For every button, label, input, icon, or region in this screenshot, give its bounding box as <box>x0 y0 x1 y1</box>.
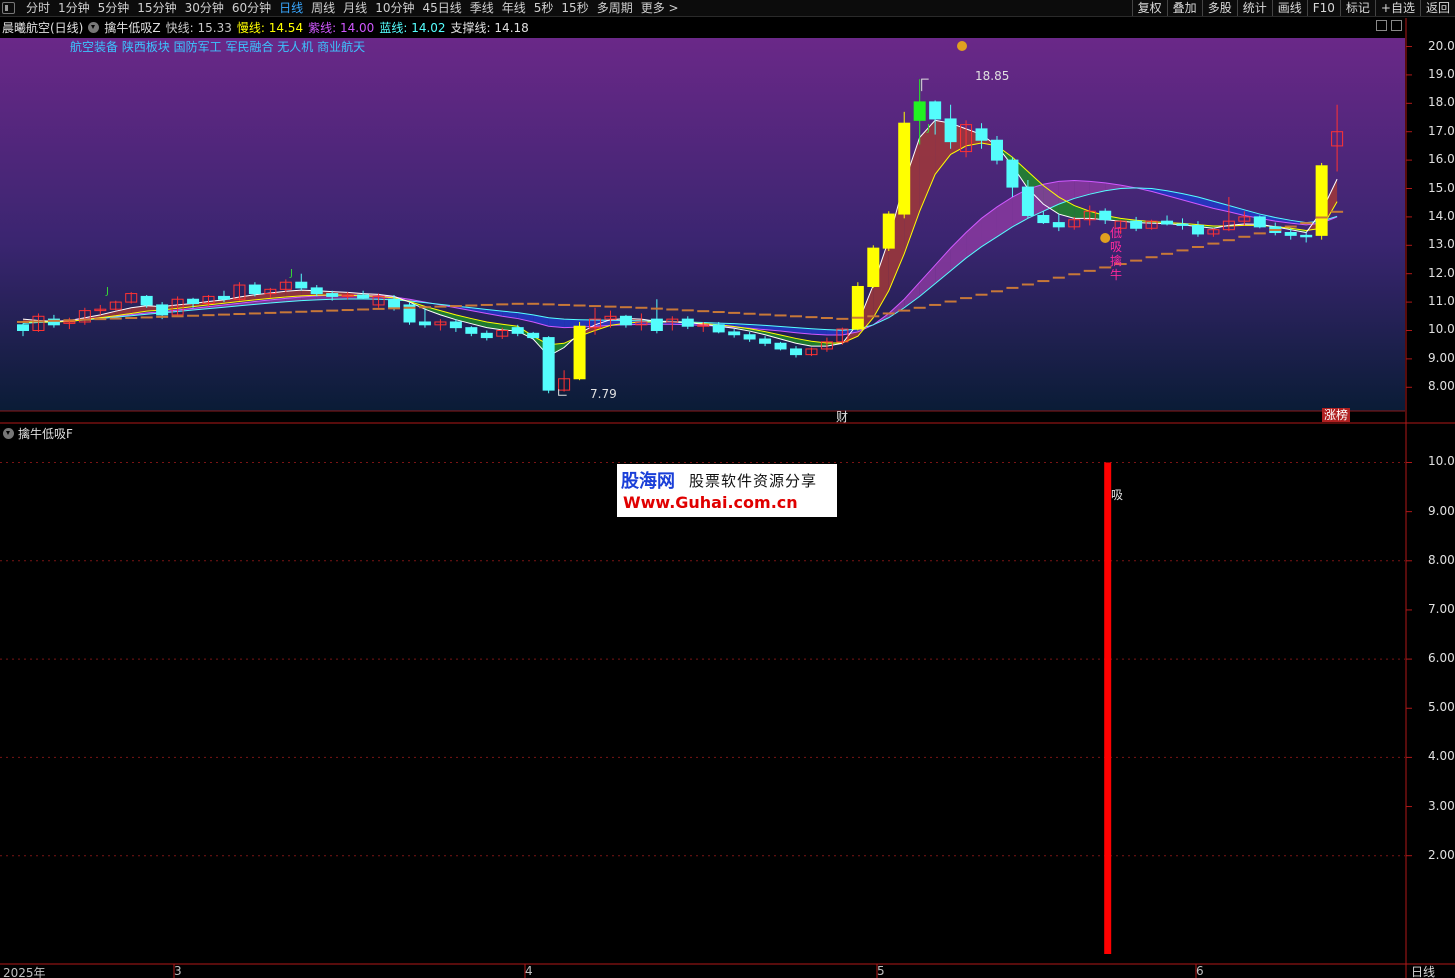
price-tick-label: 14.00 <box>1428 208 1455 223</box>
date-label-june: 6 <box>1196 964 1204 978</box>
price-tick-label: 10.00 <box>1428 322 1455 337</box>
sub-indicator-dropdown-icon[interactable] <box>3 428 14 439</box>
candle-body <box>511 327 524 334</box>
date-label-year: 2025年 <box>3 966 46 978</box>
price-tick-label: 16.00 <box>1428 152 1455 167</box>
candle-body <box>1161 220 1174 225</box>
buy-signal-icon <box>1100 233 1111 243</box>
limit-up-list-marker[interactable]: 涨榜 <box>1322 408 1351 422</box>
candle-body <box>898 122 911 215</box>
watermark-tagline: 股票软件资源分享 <box>689 472 818 490</box>
candle-body <box>990 139 1003 161</box>
candle-body <box>1052 222 1065 228</box>
chart-window: 分时 1分钟 5分钟 15分钟 30分钟 60分钟 日线 周线 月线 10分钟 … <box>0 0 1455 978</box>
candle-body <box>944 118 957 143</box>
candle-body <box>418 321 431 326</box>
candle-body <box>1315 165 1328 236</box>
sector-tags[interactable]: 航空装备 陕西板块 国防军工 军民融合 无人机 商业航天 <box>70 38 365 55</box>
candle-body <box>357 294 370 299</box>
candle-body <box>542 337 555 391</box>
finance-marker[interactable]: 财 <box>836 408 848 425</box>
low-price-marker: 7.79 <box>590 387 617 401</box>
sub-tick-label: 9.00 <box>1428 503 1455 518</box>
candle-body <box>774 342 787 350</box>
watermark-logo: 股海网 股票软件资源分享 Www.Guhai.com.cn <box>617 464 837 517</box>
candle-body <box>295 281 308 289</box>
period-indicator: 日线 <box>1411 965 1436 978</box>
sub-tick-label: 8.00 <box>1428 552 1455 567</box>
candle-body <box>913 101 926 121</box>
candle-body <box>712 324 725 333</box>
sub-tick-label: 5.00 <box>1428 700 1455 715</box>
price-tick-label: 8.00 <box>1428 379 1455 394</box>
candle-body <box>527 332 540 339</box>
j-marker: J <box>106 286 109 297</box>
candle-body <box>929 101 942 120</box>
watermark-url: Www.Guhai.com.cn <box>623 493 798 512</box>
candle-body <box>1099 210 1112 221</box>
candle-body <box>1021 186 1034 216</box>
candle-body <box>619 315 632 326</box>
candle-body <box>573 325 586 380</box>
date-label-may: 5 <box>877 964 885 978</box>
sub-indicator-header: 擒牛低吸F <box>3 425 73 442</box>
candle-body <box>140 295 153 306</box>
price-tick-label: 12.00 <box>1428 265 1455 280</box>
candle-body <box>728 331 741 336</box>
candle-body <box>882 213 895 249</box>
candle-body <box>1176 223 1189 226</box>
price-tick-label: 17.00 <box>1428 123 1455 138</box>
buy-signal-text: 低吸擒牛 <box>1110 226 1123 282</box>
candle-body <box>1300 234 1313 238</box>
candle-body <box>17 324 29 331</box>
candle-body <box>790 348 802 356</box>
candle-body <box>851 285 864 330</box>
peak-signal-icon <box>957 41 967 51</box>
sub-tick-label: 4.00 <box>1428 749 1455 764</box>
candle-body <box>650 318 663 331</box>
candle-body <box>388 298 401 309</box>
high-price-marker: 18.85 <box>975 69 1010 83</box>
candle-body <box>1006 159 1019 188</box>
watermark-site: 股海网 <box>621 471 675 492</box>
price-tick-label: 19.00 <box>1428 66 1455 81</box>
j-marker: J <box>290 268 293 279</box>
candle-body <box>1037 214 1050 224</box>
candle-body <box>1191 224 1204 235</box>
candle-body <box>867 247 880 287</box>
date-label-april: 4 <box>525 964 533 978</box>
candle-body <box>187 298 200 305</box>
j-marker: J <box>927 123 930 134</box>
candle-body <box>759 338 772 344</box>
date-label-march: 3 <box>174 964 182 978</box>
sub-tick-label: 3.00 <box>1428 798 1455 813</box>
candle-body <box>681 318 694 327</box>
candle-body <box>743 334 756 340</box>
sub-tick-label: 10.00 <box>1428 454 1455 469</box>
sub-tick-label: 6.00 <box>1428 651 1455 666</box>
candle-body <box>1284 232 1297 236</box>
price-tick-label: 11.00 <box>1428 294 1455 309</box>
price-tick-label: 20.00 <box>1428 38 1455 53</box>
candle-body <box>465 327 478 334</box>
candle-body <box>1253 216 1266 228</box>
price-tick-label: 9.00 <box>1428 350 1455 365</box>
candle-body <box>975 128 988 141</box>
price-tick-label: 13.00 <box>1428 237 1455 252</box>
sub-indicator-name: 擒牛低吸F <box>18 427 73 441</box>
candle-body <box>217 295 230 300</box>
candle-body <box>480 332 493 339</box>
sub-tick-label: 7.00 <box>1428 601 1455 616</box>
sub-signal-label: 吸 <box>1111 488 1124 502</box>
candle-body <box>156 304 169 316</box>
candle-body <box>1130 220 1143 229</box>
candle-body <box>326 293 339 297</box>
candle-body <box>449 321 462 329</box>
price-tick-label: 15.00 <box>1428 180 1455 195</box>
candle-body <box>310 287 323 295</box>
candle-body <box>248 284 261 295</box>
sub-tick-label: 2.00 <box>1428 847 1455 862</box>
price-tick-label: 18.00 <box>1428 95 1455 110</box>
buy-signal-bar <box>1104 462 1112 954</box>
